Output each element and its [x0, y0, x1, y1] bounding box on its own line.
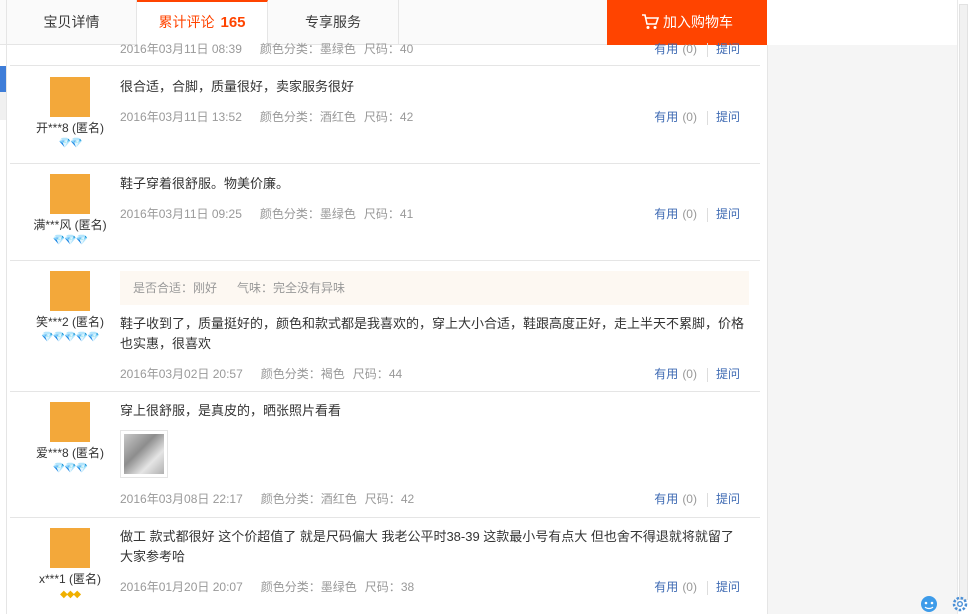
review-meta: 2016年03月11日 08:39 颜色分类：墨绿色 尺码：40	[120, 40, 413, 57]
avatar	[50, 271, 90, 311]
useful-button[interactable]: 有用	[654, 367, 678, 381]
review-text: 做工 款式都很好 这个价超值了 就是尺码偏大 我老公平时38-39 这款最小号有…	[120, 529, 734, 564]
review-size: 尺码：38	[364, 580, 415, 594]
useful-count: (0)	[682, 110, 697, 124]
review-photo	[124, 434, 164, 474]
review-text: 很合适，合脚，质量很好，卖家服务很好	[120, 79, 355, 94]
review-username: 笑***2 (匿名)	[35, 315, 104, 329]
review-sku: 颜色分类：褐色	[260, 367, 345, 381]
divider	[706, 580, 708, 595]
user-rank-badge: 💎💎💎💎💎	[41, 332, 99, 343]
review-actions: 有用 (0) 提问	[654, 578, 740, 595]
review-size: 尺码：44	[352, 367, 403, 381]
useful-button[interactable]: 有用	[654, 492, 678, 506]
review-item: x***1 (匿名) ◆◆◆ 做工 款式都很好 这个价超值了 就是尺码偏大 我老…	[10, 518, 760, 614]
ask-button[interactable]: 提问	[716, 110, 740, 124]
useful-count: (0)	[682, 42, 697, 56]
useful-button[interactable]: 有用	[654, 42, 678, 56]
review-actions: 有用 (0) 提问	[654, 108, 740, 125]
ask-button[interactable]: 提问	[716, 492, 740, 506]
user-rank-badge: ◆◆◆	[59, 589, 81, 600]
review-actions: 有用 (0) 提问	[654, 490, 740, 507]
review-tag: 是否合适：刚好	[133, 281, 218, 295]
ask-button[interactable]: 提问	[716, 580, 740, 594]
ask-button[interactable]: 提问	[716, 367, 740, 381]
useful-count: (0)	[682, 367, 697, 381]
avatar	[50, 402, 90, 442]
review-date: 2016年01月20日 20:07	[120, 580, 243, 594]
useful-button[interactable]: 有用	[654, 110, 678, 124]
useful-button[interactable]: 有用	[654, 207, 678, 221]
left-nav-item[interactable]	[0, 92, 6, 120]
review-tags: 是否合适：刚好 气味：完全没有异味	[120, 271, 749, 305]
review-actions: 有用 (0) 提问	[654, 365, 740, 382]
review-size: 尺码：42	[363, 110, 414, 124]
review-size: 尺码：42	[364, 492, 415, 506]
avatar	[50, 528, 90, 568]
divider	[706, 207, 708, 222]
review-meta: 2016年03月11日 09:25 颜色分类：墨绿色 尺码：41	[120, 205, 413, 222]
useful-count: (0)	[682, 580, 697, 594]
right-panel	[767, 45, 957, 614]
review-date: 2016年03月11日 08:39	[120, 42, 242, 56]
gear-icon[interactable]	[952, 596, 968, 612]
review-photo-thumbnail[interactable]	[120, 430, 168, 478]
review-size: 尺码：40	[363, 42, 414, 56]
review-size: 尺码：41	[363, 207, 414, 221]
review-text: 鞋子收到了，质量挺好的，颜色和款式都是我喜欢的，穿上大小合适，鞋跟高度正好，走上…	[120, 316, 745, 351]
review-sku: 颜色分类：墨绿色	[259, 207, 356, 221]
avatar	[50, 77, 90, 117]
review-date: 2016年03月08日 22:17	[120, 492, 243, 506]
review-username: x***1 (匿名)	[38, 572, 101, 586]
useful-button[interactable]: 有用	[654, 580, 678, 594]
review-text: 穿上很舒服，是真皮的，晒张照片看看	[120, 403, 342, 418]
divider	[706, 110, 708, 125]
review-tag: 气味：完全没有异味	[237, 281, 346, 295]
review-username: 爱***8 (匿名)	[35, 446, 104, 460]
scrollbar-thumb[interactable]	[959, 4, 968, 600]
review-item: 爱***8 (匿名) 💎💎💎 穿上很舒服，是真皮的，晒张照片看看 2016年03…	[10, 392, 760, 518]
review-item: 2016年03月11日 08:39 颜色分类：墨绿色 尺码：40 有用 (0) 提问	[10, 25, 760, 66]
review-date: 2016年03月02日 20:57	[120, 367, 243, 381]
review-username: 满***风 (匿名)	[33, 218, 107, 232]
user-rank-badge: 💎💎💎	[52, 235, 88, 246]
useful-count: (0)	[682, 492, 697, 506]
review-text: 鞋子穿着很舒服。物美价廉。	[120, 176, 290, 191]
review-date: 2016年03月11日 09:25	[120, 207, 242, 221]
ask-button[interactable]: 提问	[716, 42, 740, 56]
user-rank-badge: 💎💎	[58, 138, 83, 149]
divider	[706, 492, 708, 507]
review-date: 2016年03月11日 13:52	[120, 110, 242, 124]
avatar	[50, 174, 90, 214]
review-meta: 2016年03月08日 22:17 颜色分类：酒红色 尺码：42	[120, 490, 414, 507]
review-username: 开***8 (匿名)	[35, 121, 104, 135]
review-sku: 颜色分类：墨绿色	[259, 42, 356, 56]
review-item: 笑***2 (匿名) 💎💎💎💎💎 是否合适：刚好 气味：完全没有异味 鞋子收到了，…	[10, 261, 760, 392]
left-border	[6, 45, 7, 614]
review-actions: 有用 (0) 提问	[654, 205, 740, 222]
divider	[706, 42, 708, 57]
left-nav-marker[interactable]	[0, 66, 6, 92]
divider	[706, 367, 708, 382]
review-meta: 2016年03月11日 13:52 颜色分类：酒红色 尺码：42	[120, 108, 413, 125]
review-meta: 2016年01月20日 20:07 颜色分类：墨绿色 尺码：38	[120, 578, 414, 595]
user-rank-badge: 💎💎💎	[52, 463, 88, 474]
review-item: 满***风 (匿名) 💎💎💎 鞋子穿着很舒服。物美价廉。 2016年03月11日…	[10, 164, 760, 261]
review-item: 开***8 (匿名) 💎💎 很合适，合脚，质量很好，卖家服务很好 2016年03…	[10, 66, 760, 164]
ask-button[interactable]: 提问	[716, 207, 740, 221]
review-meta: 2016年03月02日 20:57 颜色分类：褐色 尺码：44	[120, 365, 402, 382]
chat-bubble-icon[interactable]	[920, 595, 938, 613]
review-actions: 有用 (0) 提问	[654, 40, 740, 57]
useful-count: (0)	[682, 207, 697, 221]
review-sku: 颜色分类：墨绿色	[260, 580, 357, 594]
review-sku: 颜色分类：酒红色	[259, 110, 356, 124]
review-sku: 颜色分类：酒红色	[260, 492, 357, 506]
